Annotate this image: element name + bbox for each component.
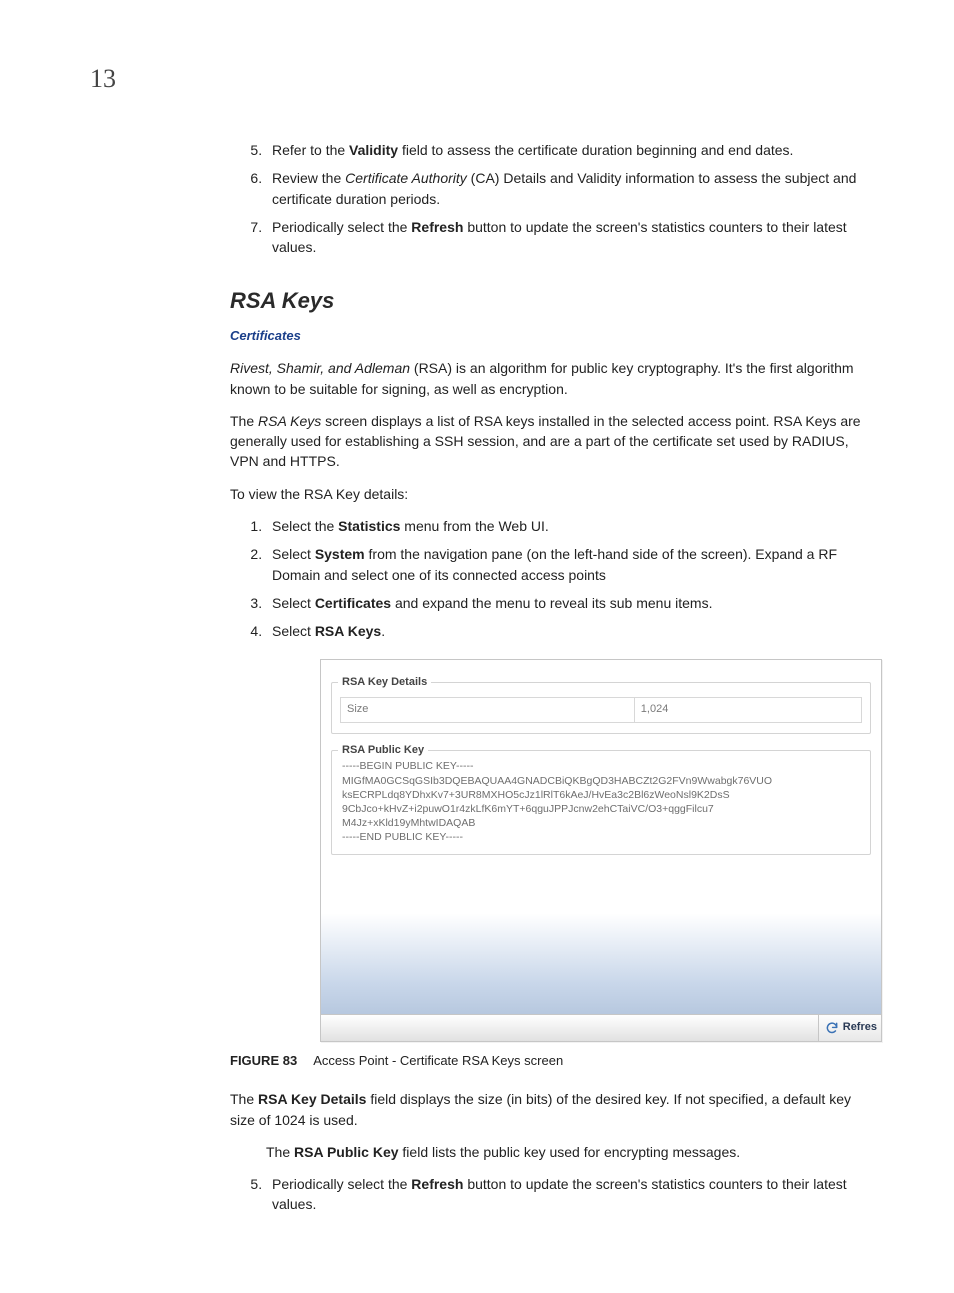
rsa-keys-term: RSA Keys xyxy=(258,413,321,429)
text: The xyxy=(266,1144,294,1160)
rsa-key-details-term: RSA Key Details xyxy=(258,1091,366,1107)
table-row: Size 1,024 xyxy=(340,697,862,723)
text: Select xyxy=(272,623,315,639)
list-item: Select Certificates and expand the menu … xyxy=(266,593,875,613)
key-line: -----BEGIN PUBLIC KEY----- xyxy=(342,759,860,773)
page: 13 Refer to the Validity field to assess… xyxy=(0,0,954,1293)
text: Periodically select the xyxy=(272,1176,411,1192)
text: The xyxy=(230,413,258,429)
gradient-area xyxy=(321,859,881,1014)
refresh-icon xyxy=(825,1021,839,1035)
page-number: 13 xyxy=(90,60,116,98)
text: Periodically select the xyxy=(272,219,411,235)
rsa-public-key-term: RSA Public Key xyxy=(294,1144,399,1160)
ordered-list-steps: Select the Statistics menu from the Web … xyxy=(230,516,875,641)
emphasis-bold: Statistics xyxy=(338,518,400,534)
text: and expand the menu to reveal its sub me… xyxy=(391,595,712,611)
text: Review the xyxy=(272,170,345,186)
text: The xyxy=(230,1091,258,1107)
section-heading: RSA Keys xyxy=(230,285,875,317)
rsa-full-name: Rivest, Shamir, and Adleman xyxy=(230,360,410,376)
text: Select xyxy=(272,595,315,611)
emphasis-italic: Certificate Authority xyxy=(345,170,467,186)
list-item: Review the Certificate Authority (CA) De… xyxy=(266,168,875,209)
key-line: -----END PUBLIC KEY----- xyxy=(342,830,860,844)
list-item: Select RSA Keys. xyxy=(266,621,875,641)
ordered-list-top: Refer to the Validity field to assess th… xyxy=(230,140,875,257)
list-item: Periodically select the Refresh button t… xyxy=(266,1174,875,1215)
text: field to assess the certificate duration… xyxy=(398,142,793,158)
group-rsa-public-key: RSA Public Key -----BEGIN PUBLIC KEY----… xyxy=(331,750,871,855)
screenshot-panel: RSA Key Details Size 1,024 RSA Public Ke… xyxy=(320,659,882,1042)
footer-bar: Refres xyxy=(321,1014,881,1041)
refresh-label: Refres xyxy=(843,1020,877,1036)
paragraph-intro: Rivest, Shamir, and Adleman (RSA) is an … xyxy=(230,358,875,399)
paragraph-view: To view the RSA Key details: xyxy=(230,484,875,504)
paragraph-screen: The RSA Keys screen displays a list of R… xyxy=(230,411,875,472)
list-item: Refer to the Validity field to assess th… xyxy=(266,140,875,160)
figure-caption: FIGURE 83 Access Point - Certificate RSA … xyxy=(230,1052,875,1071)
key-line: M4Jz+xKld19yMhtwIDAQAB xyxy=(342,816,860,830)
emphasis-bold: System xyxy=(315,546,365,562)
ordered-list-bottom: Periodically select the Refresh button t… xyxy=(230,1174,875,1215)
list-item: Select the Statistics menu from the Web … xyxy=(266,516,875,536)
text: . xyxy=(381,623,385,639)
group-legend: RSA Public Key xyxy=(338,743,428,759)
text: screen displays a list of RSA keys insta… xyxy=(230,413,861,470)
emphasis-bold: RSA Keys xyxy=(315,623,381,639)
paragraph-pubkey: The RSA Public Key field lists the publi… xyxy=(266,1142,875,1162)
list-item: Periodically select the Refresh button t… xyxy=(266,217,875,258)
emphasis-bold: Refresh xyxy=(411,1176,463,1192)
size-value: 1,024 xyxy=(635,698,861,722)
content-column: Refer to the Validity field to assess th… xyxy=(230,140,875,1215)
text: Select the xyxy=(272,518,338,534)
figure-text: Access Point - Certificate RSA Keys scre… xyxy=(313,1053,563,1068)
screenshot-inner: RSA Key Details Size 1,024 RSA Public Ke… xyxy=(321,660,881,855)
public-key-text: -----BEGIN PUBLIC KEY-----MIGfMA0GCSqGSI… xyxy=(340,759,862,846)
emphasis-bold: Refresh xyxy=(411,219,463,235)
list-item: Select System from the navigation pane (… xyxy=(266,544,875,585)
key-line: ksECRPLdq8YDhxKv7+3UR8MXHO5cJz1lRlT6kAeJ… xyxy=(342,788,860,802)
group-legend: RSA Key Details xyxy=(338,675,431,691)
text: menu from the Web UI. xyxy=(400,518,548,534)
group-rsa-key-details: RSA Key Details Size 1,024 xyxy=(331,682,871,734)
emphasis-bold: Certificates xyxy=(315,595,391,611)
breadcrumb[interactable]: Certificates xyxy=(230,327,875,346)
size-label: Size xyxy=(341,698,635,722)
key-line: MIGfMA0GCSqGSIb3DQEBAQUAA4GNADCBiQKBgQD3… xyxy=(342,774,860,788)
key-line: 9CbJco+kHvZ+i2puwO1r4zkLfK6mYT+6qguJPPJc… xyxy=(342,802,860,816)
text: Select xyxy=(272,546,315,562)
text: field lists the public key used for encr… xyxy=(399,1144,741,1160)
figure-label: FIGURE 83 xyxy=(230,1053,297,1068)
text: Refer to the xyxy=(272,142,349,158)
refresh-button[interactable]: Refres xyxy=(818,1015,881,1041)
emphasis-bold: Validity xyxy=(349,142,398,158)
paragraph-details: The RSA Key Details field displays the s… xyxy=(230,1089,875,1130)
